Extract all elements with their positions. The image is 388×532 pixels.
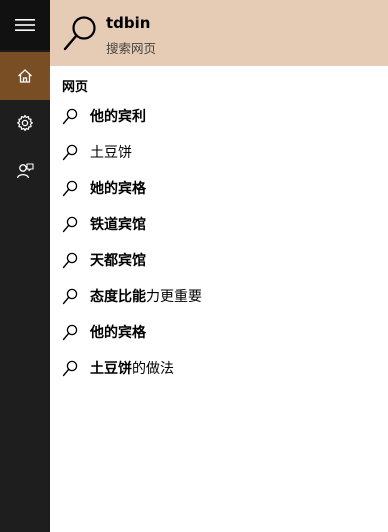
search-icon (62, 144, 78, 161)
suggestion-item[interactable]: 她的宾格 (50, 171, 388, 207)
suggestion-text-bold: 天都宾馆 (90, 253, 146, 269)
search-icon (62, 216, 78, 233)
suggestion-item[interactable]: 他的宾利 (50, 99, 388, 135)
suggestion-text-rest: 力更重要 (146, 289, 202, 305)
settings-button[interactable] (0, 101, 50, 145)
search-icon (62, 108, 78, 125)
suggestion-text-bold: 她的宾格 (90, 181, 146, 197)
section-header-web: 网页 (62, 80, 89, 95)
search-icon (62, 180, 78, 197)
search-icon (63, 16, 96, 51)
home-button[interactable] (0, 52, 50, 100)
settings-gear-icon (17, 114, 33, 131)
suggestion-item[interactable]: 他的宾格 (50, 315, 388, 351)
search-icon (62, 252, 78, 269)
suggestion-text: 她的宾格 (90, 180, 146, 198)
menu-button[interactable] (0, 0, 50, 50)
suggestion-text: 铁道宾馆 (90, 216, 146, 234)
search-icon (62, 288, 78, 305)
suggestion-item[interactable]: 态度比能力更重要 (50, 279, 388, 315)
top-result-subtitle: 搜索网页 (106, 41, 157, 56)
suggestion-text: 土豆饼 (90, 144, 132, 162)
suggestion-text-bold: 他的宾格 (90, 325, 146, 341)
search-icon (62, 324, 78, 341)
suggestion-item[interactable]: 土豆饼的做法 (50, 351, 388, 387)
hamburger-menu-icon (15, 19, 35, 31)
suggestion-text-bold: 态度比能 (90, 289, 146, 305)
suggestion-item[interactable]: 天都宾馆 (50, 243, 388, 279)
suggestion-text-bold: 他的宾利 (90, 109, 146, 125)
left-rail (0, 0, 50, 532)
search-icon (62, 360, 78, 377)
suggestion-text: 天都宾馆 (90, 252, 146, 270)
suggestion-text-bold: 土豆饼 (90, 361, 132, 377)
feedback-icon (16, 163, 34, 179)
suggestion-text-bold: 铁道宾馆 (90, 217, 146, 233)
suggestion-text: 他的宾格 (90, 324, 146, 342)
suggestion-item[interactable]: 土豆饼 (50, 135, 388, 171)
feedback-button[interactable] (0, 149, 50, 193)
suggestion-text-rest: 土豆饼 (90, 145, 132, 161)
suggestion-text-rest: 的做法 (132, 361, 174, 377)
top-search-result[interactable]: tdbin 搜索网页 (50, 0, 388, 66)
suggestion-list: 他的宾利 土豆饼 她的宾格 铁道宾馆 天都宾馆 态度比能力更重要 他的宾格 土豆饼的做法 (50, 99, 388, 387)
suggestion-text: 土豆饼的做法 (90, 360, 174, 378)
suggestion-text: 态度比能力更重要 (90, 288, 202, 306)
home-icon (18, 69, 32, 83)
top-result-title: tdbin (106, 14, 151, 32)
suggestion-item[interactable]: 铁道宾馆 (50, 207, 388, 243)
suggestion-text: 他的宾利 (90, 108, 146, 126)
